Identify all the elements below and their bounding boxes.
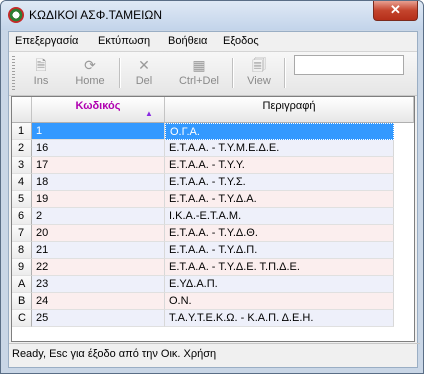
row-header[interactable]: B	[12, 293, 32, 310]
ctrl-delete-icon: ▦	[192, 57, 206, 73]
code-cell[interactable]: 17	[32, 157, 165, 174]
table-row[interactable]: 5 19 Ε.Τ.Α.Α. - Τ.Υ.Δ.Α.	[12, 191, 414, 208]
table-row[interactable]: 7 20 Ε.Τ.Α.Α. - Τ.Υ.Δ.Θ.	[12, 225, 414, 242]
insert-button[interactable]: 🗎 Ins	[23, 54, 59, 92]
row-header[interactable]: C	[12, 310, 32, 327]
home-button[interactable]: ⟳ Home	[65, 54, 115, 92]
table-row[interactable]: 6 2 Ι.Κ.Α.-Ε.Τ.Α.Μ.	[12, 208, 414, 225]
description-cell[interactable]: Ο.Ν.	[165, 293, 394, 310]
row-header-corner[interactable]	[12, 97, 32, 123]
description-cell[interactable]: Ο.Γ.Α.	[165, 123, 394, 140]
view-button[interactable]: 🗐 View	[240, 54, 278, 92]
row-header[interactable]: 9	[12, 259, 32, 276]
home-icon: ⟳	[84, 57, 96, 73]
row-header[interactable]: 5	[12, 191, 32, 208]
sort-ascending-icon: ▲	[145, 109, 153, 118]
table-row[interactable]: 1 1 Ο.Γ.Α.	[12, 123, 414, 140]
main-panel: Επεξεργασία Εκτύπωση Βοήθεια Εξοδος 🗎 In…	[8, 31, 420, 368]
code-cell[interactable]: 16	[32, 140, 165, 157]
menu-help[interactable]: Βοήθεια	[168, 35, 207, 47]
toolbar: 🗎 Ins ⟳ Home ✕ Del ▦ Ctrl+Del 🗐 View	[9, 51, 417, 96]
table-row[interactable]: C 25 Τ.Α.Υ.Τ.Ε.Κ.Ω. - Κ.Α.Π. Δ.Ε.Η.	[12, 310, 414, 327]
menu-exit[interactable]: Εξοδος	[223, 35, 259, 47]
view-document-icon: 🗐	[252, 57, 266, 73]
row-header[interactable]: 2	[12, 140, 32, 157]
table-row[interactable]: 9 22 Ε.Τ.Α.Α. - Τ.Υ.Δ.Ε. Τ.Π.Δ.Ε.	[12, 259, 414, 276]
description-cell[interactable]: Ε.Τ.Α.Α. - Τ.Υ.Δ.Θ.	[165, 225, 394, 242]
description-cell[interactable]: Ε.ΥΔ.Α.Π.	[165, 276, 394, 293]
description-cell[interactable]: Ε.Τ.Α.Α. - Τ.Υ.Δ.Ε. Τ.Π.Δ.Ε.	[165, 259, 394, 276]
code-cell[interactable]: 24	[32, 293, 165, 310]
row-header[interactable]: 8	[12, 242, 32, 259]
table-row[interactable]: A 23 Ε.ΥΔ.Α.Π.	[12, 276, 414, 293]
table-row[interactable]: 3 17 Ε.Τ.Α.Α. - Τ.Υ.Υ.	[12, 157, 414, 174]
column-header-code[interactable]: Κωδικός ▲	[32, 97, 165, 123]
description-cell[interactable]: Ε.Τ.Α.Α. - Τ.Υ.Μ.Ε.Δ.Ε.	[165, 140, 394, 157]
status-bar: Ready, Esc για έξοδο από την Οικ. Χρήση	[9, 343, 420, 366]
row-header[interactable]: 7	[12, 225, 32, 242]
description-cell[interactable]: Ε.Τ.Α.Α. - Τ.Υ.Υ.	[165, 157, 394, 174]
ctrl-delete-button[interactable]: ▦ Ctrl+Del	[171, 54, 227, 92]
app-window: ΚΩΔΙΚΟΙ ΑΣΦ.ΤΑΜΕΙΩΝ ✕ Επεξεργασία Εκτύπω…	[0, 0, 424, 374]
code-cell[interactable]: 1	[32, 123, 165, 140]
menu-edit[interactable]: Επεξεργασία	[15, 35, 78, 47]
column-header-code-label: Κωδικός	[75, 100, 121, 112]
row-header[interactable]: 6	[12, 208, 32, 225]
new-document-icon: 🗎	[35, 57, 47, 73]
row-header[interactable]: 1	[12, 123, 32, 140]
column-header-description[interactable]: Περιγραφή	[165, 97, 414, 123]
row-header[interactable]: A	[12, 276, 32, 293]
row-header[interactable]: 3	[12, 157, 32, 174]
codes-grid: Κωδικός ▲ Περιγραφή 1 1 Ο.Γ.Α. 2 16 Ε.Τ.…	[11, 96, 415, 342]
toolbar-grip[interactable]	[12, 56, 15, 90]
code-cell[interactable]: 2	[32, 208, 165, 225]
description-cell[interactable]: Τ.Α.Υ.Τ.Ε.Κ.Ω. - Κ.Α.Π. Δ.Ε.Η.	[165, 310, 394, 327]
table-row[interactable]: 8 21 Ε.Τ.Α.Α. - Τ.Υ.Δ.Π.	[12, 242, 414, 259]
code-cell[interactable]: 21	[32, 242, 165, 259]
row-header[interactable]: 4	[12, 174, 32, 191]
column-header-description-label: Περιγραφή	[262, 100, 316, 112]
app-logo-icon[interactable]	[8, 7, 24, 23]
table-row[interactable]: 2 16 Ε.Τ.Α.Α. - Τ.Υ.Μ.Ε.Δ.Ε.	[12, 140, 414, 157]
description-cell[interactable]: Ε.Τ.Α.Α. - Τ.Υ.Δ.Π.	[165, 242, 394, 259]
menu-bar: Επεξεργασία Εκτύπωση Βοήθεια Εξοδος	[9, 32, 417, 50]
window-title: ΚΩΔΙΚΟΙ ΑΣΦ.ΤΑΜΕΙΩΝ	[29, 8, 163, 22]
toolbar-separator	[284, 58, 286, 88]
code-cell[interactable]: 23	[32, 276, 165, 293]
code-cell[interactable]: 22	[32, 259, 165, 276]
toolbar-separator	[119, 58, 121, 88]
menu-print[interactable]: Εκτύπωση	[98, 35, 150, 47]
description-cell[interactable]: Ε.Τ.Α.Α. - Τ.Υ.Δ.Α.	[165, 191, 394, 208]
code-cell[interactable]: 25	[32, 310, 165, 327]
close-button[interactable]: ✕	[373, 1, 418, 21]
delete-button[interactable]: ✕ Del	[126, 54, 162, 92]
table-row[interactable]: 4 18 Ε.Τ.Α.Α. - Τ.Υ.Σ.	[12, 174, 414, 191]
description-cell[interactable]: Ι.Κ.Α.-Ε.Τ.Α.Μ.	[165, 208, 394, 225]
toolbar-search-input[interactable]	[294, 55, 404, 75]
toolbar-separator	[232, 58, 234, 88]
title-bar[interactable]: ΚΩΔΙΚΟΙ ΑΣΦ.ΤΑΜΕΙΩΝ ✕	[1, 1, 423, 30]
delete-x-icon: ✕	[138, 57, 150, 73]
code-cell[interactable]: 19	[32, 191, 165, 208]
description-cell[interactable]: Ε.Τ.Α.Α. - Τ.Υ.Σ.	[165, 174, 394, 191]
table-row[interactable]: B 24 Ο.Ν.	[12, 293, 414, 310]
code-cell[interactable]: 20	[32, 225, 165, 242]
code-cell[interactable]: 18	[32, 174, 165, 191]
